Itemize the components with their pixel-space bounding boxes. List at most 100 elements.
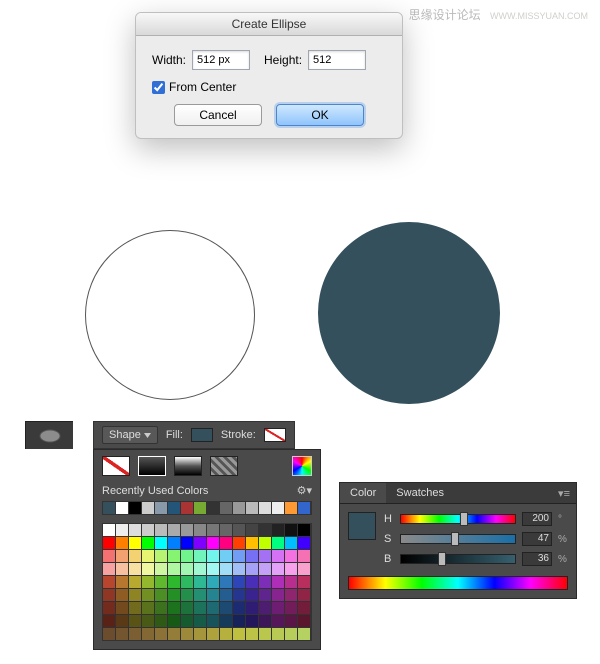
swatch-cell[interactable] (116, 576, 128, 588)
swatch-cell[interactable] (194, 615, 206, 627)
swatch-cell[interactable] (298, 563, 310, 575)
swatch-cell[interactable] (155, 537, 167, 549)
swatch-cell[interactable] (220, 628, 232, 640)
swatch-cell[interactable] (103, 550, 115, 562)
swatch-cell[interactable] (194, 628, 206, 640)
swatch-cell[interactable] (246, 576, 258, 588)
swatch-cell[interactable] (298, 524, 310, 536)
swatch-cell[interactable] (194, 524, 206, 536)
swatch-cell[interactable] (168, 524, 180, 536)
swatch-cell[interactable] (207, 502, 219, 514)
swatch-cell[interactable] (285, 602, 297, 614)
swatch-cell[interactable] (259, 589, 271, 601)
swatch-cell[interactable] (155, 615, 167, 627)
sat-slider[interactable] (400, 534, 516, 544)
swatch-cell[interactable] (298, 589, 310, 601)
swatch-cell[interactable] (194, 563, 206, 575)
swatch-cell[interactable] (207, 615, 219, 627)
swatch-cell[interactable] (103, 615, 115, 627)
swatch-cell[interactable] (298, 502, 310, 514)
swatch-cell[interactable] (246, 563, 258, 575)
swatch-cell[interactable] (194, 589, 206, 601)
swatch-cell[interactable] (194, 537, 206, 549)
swatch-cell[interactable] (181, 502, 193, 514)
swatch-cell[interactable] (246, 550, 258, 562)
swatch-cell[interactable] (246, 589, 258, 601)
swatch-cell[interactable] (233, 602, 245, 614)
swatch-cell[interactable] (129, 537, 141, 549)
bri-slider[interactable] (400, 554, 516, 564)
swatch-cell[interactable] (272, 524, 284, 536)
swatch-cell[interactable] (259, 537, 271, 549)
swatch-cell[interactable] (285, 537, 297, 549)
sat-value[interactable]: 47 (522, 532, 552, 546)
swatch-cell[interactable] (181, 537, 193, 549)
swatch-cell[interactable] (129, 524, 141, 536)
swatch-cell[interactable] (298, 537, 310, 549)
swatch-cell[interactable] (103, 576, 115, 588)
swatch-cell[interactable] (233, 502, 245, 514)
swatch-cell[interactable] (181, 628, 193, 640)
swatch-cell[interactable] (155, 576, 167, 588)
swatch-cell[interactable] (168, 589, 180, 601)
swatch-cell[interactable] (207, 524, 219, 536)
swatch-cell[interactable] (207, 550, 219, 562)
ellipse-tool-button[interactable] (25, 421, 73, 449)
swatch-cell[interactable] (129, 502, 141, 514)
swatch-cell[interactable] (233, 524, 245, 536)
swatch-cell[interactable] (246, 502, 258, 514)
swatch-cell[interactable] (103, 563, 115, 575)
tab-swatches[interactable]: Swatches (386, 483, 454, 503)
swatch-cell[interactable] (207, 628, 219, 640)
swatch-cell[interactable] (181, 602, 193, 614)
swatch-cell[interactable] (168, 602, 180, 614)
swatch-cell[interactable] (181, 563, 193, 575)
current-color-swatch[interactable] (348, 512, 376, 540)
swatch-cell[interactable] (207, 563, 219, 575)
swatch-cell[interactable] (142, 563, 154, 575)
swatch-cell[interactable] (155, 524, 167, 536)
tab-color[interactable]: Color (340, 483, 386, 503)
swatch-cell[interactable] (233, 628, 245, 640)
swatch-cell[interactable] (207, 602, 219, 614)
swatch-cell[interactable] (103, 628, 115, 640)
fill-mode-pattern[interactable] (210, 456, 238, 476)
tool-mode-dropdown[interactable]: Shape (102, 426, 158, 444)
swatch-cell[interactable] (155, 602, 167, 614)
swatch-cell[interactable] (129, 628, 141, 640)
swatch-cell[interactable] (233, 615, 245, 627)
swatch-cell[interactable] (259, 550, 271, 562)
swatch-cell[interactable] (129, 550, 141, 562)
swatch-cell[interactable] (272, 589, 284, 601)
swatch-cell[interactable] (142, 537, 154, 549)
bri-value[interactable]: 36 (522, 552, 552, 566)
color-picker-button[interactable] (292, 456, 312, 476)
swatch-cell[interactable] (220, 537, 232, 549)
swatch-cell[interactable] (116, 563, 128, 575)
swatch-cell[interactable] (298, 615, 310, 627)
swatch-cell[interactable] (155, 550, 167, 562)
swatch-cell[interactable] (220, 502, 232, 514)
swatch-cell[interactable] (116, 615, 128, 627)
swatch-cell[interactable] (116, 550, 128, 562)
ok-button[interactable]: OK (276, 104, 364, 126)
swatch-cell[interactable] (285, 589, 297, 601)
swatch-cell[interactable] (168, 628, 180, 640)
swatch-cell[interactable] (142, 602, 154, 614)
swatch-cell[interactable] (233, 550, 245, 562)
swatch-cell[interactable] (155, 563, 167, 575)
swatch-cell[interactable] (272, 550, 284, 562)
swatch-cell[interactable] (285, 524, 297, 536)
swatch-cell[interactable] (298, 576, 310, 588)
swatch-cell[interactable] (285, 502, 297, 514)
swatch-cell[interactable] (220, 576, 232, 588)
swatch-cell[interactable] (246, 537, 258, 549)
swatch-cell[interactable] (168, 576, 180, 588)
swatch-cell[interactable] (103, 502, 115, 514)
swatch-cell[interactable] (142, 615, 154, 627)
swatch-cell[interactable] (220, 524, 232, 536)
swatch-cell[interactable] (246, 602, 258, 614)
swatch-cell[interactable] (272, 615, 284, 627)
swatch-cell[interactable] (194, 576, 206, 588)
swatch-cell[interactable] (285, 628, 297, 640)
